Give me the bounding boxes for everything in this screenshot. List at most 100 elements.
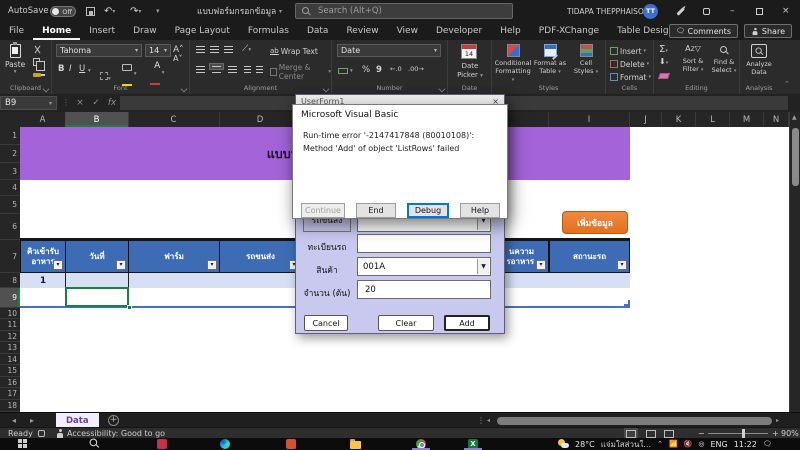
user-name[interactable]: TIDAPA THEPPHAISON	[567, 0, 649, 22]
autosum-button[interactable]: Σ▾	[659, 44, 668, 55]
clock[interactable]: 11:22	[734, 440, 757, 449]
end-button[interactable]: End	[356, 203, 396, 218]
weather-text[interactable]: แจ่มใสส่วนใ...	[601, 438, 651, 450]
cancel-entry-icon[interactable]: ×	[72, 98, 88, 108]
ribbon-tab-developer[interactable]: Developer	[427, 22, 491, 40]
row-header-2[interactable]: 2	[0, 145, 20, 163]
percent-style-button[interactable]: %	[362, 65, 370, 75]
plate-input[interactable]	[363, 238, 485, 250]
filter-button[interactable]: ▾	[536, 260, 546, 270]
shrink-font-button[interactable]: A˅	[173, 54, 182, 63]
undo-icon[interactable]: ↶ ▾	[104, 0, 115, 22]
font-name-select[interactable]: Tahoma▾	[56, 44, 142, 57]
column-header-d[interactable]: D	[219, 112, 302, 127]
language-indicator[interactable]: ENG	[710, 440, 727, 449]
cell-a8[interactable]: 1	[20, 273, 66, 288]
increase-decimal-button[interactable]: ←.0	[390, 65, 402, 73]
draw-pen-icon[interactable]	[676, 0, 685, 22]
row-header-7[interactable]: 7	[0, 240, 20, 273]
horizontal-scroll-thumb[interactable]	[497, 417, 772, 425]
ribbon-display-icon[interactable]	[703, 0, 710, 22]
bold-button[interactable]: B	[58, 64, 64, 74]
ribbon-tab-page-layout[interactable]: Page Layout	[166, 22, 239, 40]
wrap-text-button[interactable]: abWrap Text	[270, 45, 318, 57]
row-headers[interactable]: 123456789101112131415161718	[0, 127, 20, 412]
scroll-left-icon[interactable]: ◂	[487, 413, 490, 428]
accounting-format-button[interactable]: ▾	[338, 65, 353, 77]
column-header-b[interactable]: B	[65, 112, 129, 127]
fill-button[interactable]: ⬇▾	[659, 57, 668, 66]
search-input[interactable]	[316, 4, 506, 18]
row-header-15[interactable]: 15	[0, 365, 20, 377]
autosave-toggle[interactable]: Off	[50, 0, 76, 22]
clear-button[interactable]: Clear	[378, 315, 434, 331]
decrease-decimal-button[interactable]: .00→	[408, 65, 424, 73]
row-header-17[interactable]: 17	[0, 388, 20, 400]
ribbon-tab-review[interactable]: Review	[337, 22, 387, 40]
sort-filter-button[interactable]: AZ▽ Sort &Filter ▾	[678, 44, 708, 73]
scroll-up-icon[interactable]: ▲	[792, 114, 797, 121]
decrease-indent-icon[interactable]	[244, 66, 251, 67]
column-header-l[interactable]: L	[696, 112, 730, 127]
ribbon-tab-help[interactable]: Help	[491, 22, 530, 40]
align-bottom-icon[interactable]	[224, 46, 233, 47]
qty-input[interactable]	[363, 284, 485, 296]
qty-field[interactable]	[357, 280, 491, 299]
product-combobox[interactable]: 001A▼	[357, 257, 491, 276]
row-header-14[interactable]: 14	[0, 354, 20, 365]
teams-icon[interactable]: ◎	[698, 440, 704, 448]
taskbar-app-red-icon[interactable]	[157, 439, 167, 449]
insert-cells-button[interactable]: Insert▾	[610, 45, 646, 57]
column-header-m[interactable]: M	[730, 112, 764, 127]
ribbon-tab-draw[interactable]: Draw	[124, 22, 166, 40]
vertical-scrollbar[interactable]: ▲	[789, 112, 800, 412]
ribbon-tab-home[interactable]: Home	[33, 22, 80, 40]
font-size-select[interactable]: 14▾	[145, 44, 171, 57]
find-select-button[interactable]: Find &Select ▾	[709, 44, 739, 74]
date-picker-button[interactable]: 14	[461, 44, 477, 59]
scroll-right-icon[interactable]: ▸	[776, 413, 779, 428]
vertical-scroll-thumb[interactable]	[792, 128, 799, 186]
search-box[interactable]	[295, 3, 513, 19]
row-header-9[interactable]: 9	[0, 288, 20, 308]
column-header-c[interactable]: C	[128, 112, 220, 127]
date-picker-label[interactable]: Date Picker ▾	[448, 62, 492, 80]
filter-button[interactable]: ▾	[53, 260, 63, 270]
row-header-3[interactable]: 3	[0, 163, 20, 180]
temperature[interactable]: 28°C	[575, 440, 595, 449]
comma-style-button[interactable]: 9	[376, 65, 382, 75]
row-header-5[interactable]: 5	[0, 196, 20, 214]
ribbon-tab-insert[interactable]: Insert	[80, 22, 124, 40]
paste-button[interactable]: Paste ▾	[5, 44, 25, 75]
tray-expand-icon[interactable]: ⌃	[657, 440, 663, 448]
taskbar-app-orange-icon[interactable]	[286, 439, 296, 449]
save-icon[interactable]	[86, 0, 95, 22]
number-format-select[interactable]: Date▾	[337, 44, 441, 57]
row-header-8[interactable]: 8	[0, 273, 20, 288]
volume-muted-icon[interactable]: 🔇	[684, 440, 693, 448]
column-header-k[interactable]: K	[662, 112, 696, 127]
row-header-4[interactable]: 4	[0, 180, 20, 196]
sheet-tab-data[interactable]: Data	[56, 413, 99, 428]
clear-button[interactable]	[659, 73, 669, 79]
table-header-queue[interactable]: คิวเข้ารับ อาหาร ▾	[20, 240, 66, 273]
delete-cells-button[interactable]: Delete▾	[610, 58, 649, 70]
copy-button[interactable]	[33, 58, 40, 66]
table-header-farm[interactable]: ฟาร์ม ▾	[128, 240, 220, 273]
column-header-n[interactable]: N	[764, 112, 789, 127]
format-painter-button[interactable]	[33, 73, 41, 77]
column-header-j[interactable]: J	[630, 112, 662, 127]
debug-button[interactable]: Debug	[407, 203, 449, 218]
ribbon-tab-data[interactable]: Data	[298, 22, 338, 40]
row-header-16[interactable]: 16	[0, 377, 20, 388]
borders-button[interactable]: ▾	[100, 65, 111, 84]
add-data-button[interactable]: เพิ่มข้อมูล	[562, 211, 628, 234]
file-explorer-icon[interactable]	[350, 439, 360, 449]
align-left-icon[interactable]	[196, 66, 205, 67]
format-cells-button[interactable]: Format▾	[610, 71, 651, 83]
comments-button[interactable]: 🗨Comments	[669, 24, 738, 38]
align-right-icon[interactable]	[228, 66, 237, 67]
conditional-formatting-button[interactable]: ConditionalFormatting ▾	[494, 44, 532, 84]
confirm-entry-icon[interactable]: ✓	[88, 98, 104, 108]
row-header-18[interactable]: 18	[0, 400, 20, 412]
